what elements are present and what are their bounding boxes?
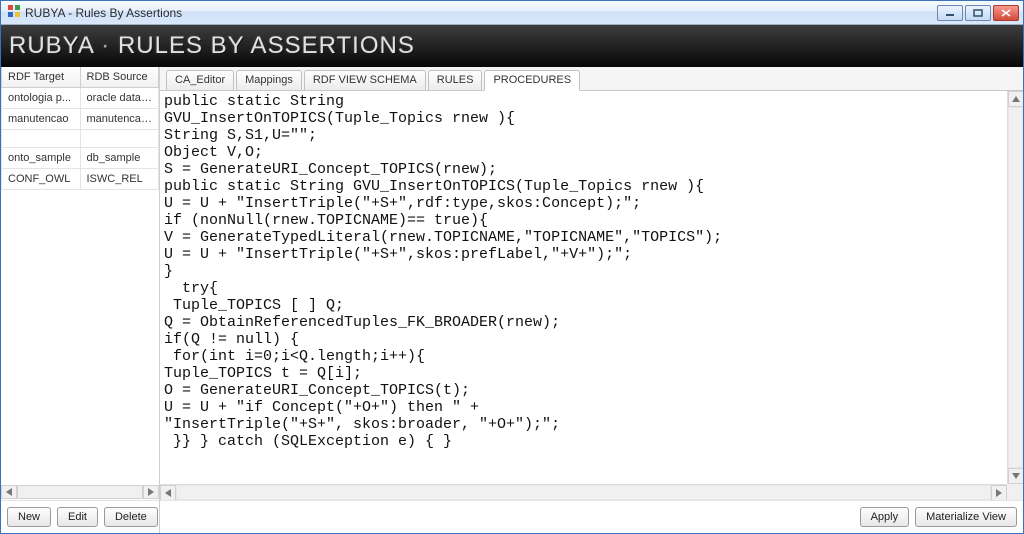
cell-rdf-target: CONF_OWL [1, 169, 81, 190]
main-split: RDF Target RDB Source ontologia p...orac… [1, 67, 1023, 533]
table-row[interactable]: CONF_OWLISWC_REL [1, 169, 159, 190]
h-scrollbar[interactable] [160, 484, 1007, 500]
scroll-down-icon[interactable] [1008, 468, 1023, 484]
delete-button[interactable]: Delete [104, 507, 158, 527]
tab-bar: CA_EditorMappingsRDF VIEW SCHEMARULESPRO… [160, 67, 1023, 91]
banner-sep: · [101, 32, 110, 59]
cell-rdb-source: oracle datab... [81, 88, 160, 109]
left-h-scrollbar[interactable] [1, 484, 159, 500]
app-icon [7, 4, 21, 21]
code-text[interactable]: public static String GVU_InsertOnTOPICS(… [160, 91, 1007, 484]
banner-left: RUBYA [9, 32, 94, 59]
edit-button[interactable]: Edit [57, 507, 98, 527]
banner-text: RUBYA · RULES BY ASSERTIONS [9, 32, 415, 60]
right-buttons: Apply Materialize View [160, 500, 1023, 533]
v-scrollbar[interactable] [1007, 91, 1023, 484]
h-scroll-track[interactable] [176, 485, 991, 500]
apply-button[interactable]: Apply [860, 507, 910, 527]
titlebar: RUBYA - Rules By Assertions [1, 1, 1023, 25]
table-row[interactable]: ontologia p...oracle datab... [1, 88, 159, 109]
left-buttons: New Edit Delete [1, 500, 159, 533]
maximize-button[interactable] [965, 5, 991, 21]
scroll-up-icon[interactable] [1008, 91, 1023, 107]
scroll-left-icon[interactable] [1, 485, 17, 499]
banner-right: RULES BY ASSERTIONS [118, 32, 415, 59]
scroll-right-icon[interactable] [143, 485, 159, 499]
col-rdf-target[interactable]: RDF Target [1, 67, 81, 88]
cell-rdf-target: onto_sample [1, 148, 81, 169]
tab-mappings[interactable]: Mappings [236, 70, 302, 90]
cell-rdf-target: manutencao [1, 109, 81, 130]
app-banner: RUBYA · RULES BY ASSERTIONS [1, 25, 1023, 67]
window-controls [937, 5, 1019, 21]
right-panel: CA_EditorMappingsRDF VIEW SCHEMARULESPRO… [160, 67, 1023, 533]
left-panel: RDF Target RDB Source ontologia p...orac… [1, 67, 160, 533]
mapping-rows: ontologia p...oracle datab...manutencaom… [1, 88, 159, 484]
cell-rdb-source: manutencao... [81, 109, 160, 130]
scroll-left-icon[interactable] [160, 485, 176, 500]
close-button[interactable] [993, 5, 1019, 21]
materialize-view-button[interactable]: Materialize View [915, 507, 1017, 527]
window-title: RUBYA - Rules By Assertions [25, 6, 937, 20]
tab-ca_editor[interactable]: CA_Editor [166, 70, 234, 90]
table-row[interactable] [1, 130, 159, 148]
table-row[interactable]: onto_sampledb_sample [1, 148, 159, 169]
cell-rdb-source [81, 130, 160, 148]
scroll-corner [1007, 484, 1023, 500]
code-area: public static String GVU_InsertOnTOPICS(… [160, 91, 1023, 500]
cell-rdf-target: ontologia p... [1, 88, 81, 109]
minimize-button[interactable] [937, 5, 963, 21]
v-scroll-track[interactable] [1008, 107, 1023, 468]
tab-rdf_view_schema[interactable]: RDF VIEW SCHEMA [304, 70, 426, 90]
cell-rdb-source: ISWC_REL [81, 169, 160, 190]
cell-rdb-source: db_sample [81, 148, 160, 169]
scroll-right-icon[interactable] [991, 485, 1007, 500]
new-button[interactable]: New [7, 507, 51, 527]
scroll-track[interactable] [17, 485, 143, 499]
col-rdb-source[interactable]: RDB Source [81, 67, 160, 88]
left-header: RDF Target RDB Source [1, 67, 159, 88]
tab-procedures[interactable]: PROCEDURES [484, 70, 580, 91]
cell-rdf-target [1, 130, 81, 148]
tab-rules[interactable]: RULES [428, 70, 483, 90]
table-row[interactable]: manutencaomanutencao... [1, 109, 159, 130]
